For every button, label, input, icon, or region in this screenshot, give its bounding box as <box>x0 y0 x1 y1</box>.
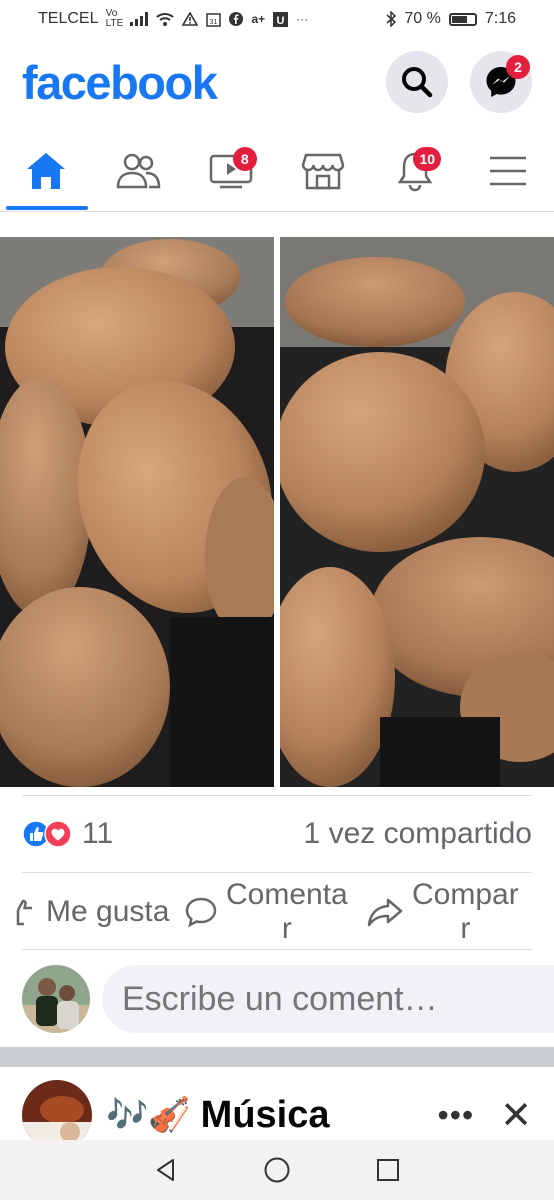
search-button[interactable] <box>386 51 448 113</box>
post-actions: Me gusta Comenta r Compar r <box>16 874 532 950</box>
comment-composer <box>22 960 554 1038</box>
tab-friends[interactable] <box>102 135 174 207</box>
back-icon <box>156 1159 174 1181</box>
nav-tabs: 8 10 <box>0 130 554 212</box>
reaction-icons[interactable]: 11 <box>22 817 113 851</box>
share-button[interactable]: Compar r <box>366 878 532 946</box>
battery-percent: 70 % <box>404 10 441 27</box>
app-header: facebook 2 <box>0 44 554 120</box>
signal-icon <box>130 12 149 26</box>
plus-icon: a+ <box>251 12 266 26</box>
store-icon <box>301 153 345 189</box>
status-bar: TELCEL Vo LTE 31 a+ U ··· 70 % 7:16 <box>0 0 554 38</box>
facebook-icon <box>229 12 244 26</box>
share-icon <box>367 898 403 926</box>
battery-icon <box>448 12 477 26</box>
header-actions: 2 <box>386 51 532 113</box>
status-bar-left: TELCEL Vo LTE 31 a+ U ··· <box>38 9 308 29</box>
reactions-bar: 11 1 vez compartido <box>22 795 532 873</box>
battery-level <box>451 15 468 23</box>
comment-input[interactable] <box>102 965 554 1033</box>
wifi-icon <box>156 12 175 26</box>
post-photos <box>0 237 554 787</box>
thumbs-up-icon <box>16 899 32 925</box>
share-count[interactable]: 1 vez compartido <box>304 817 532 851</box>
tab-home[interactable] <box>10 135 82 207</box>
share-label-line2: r <box>460 911 471 945</box>
hamburger-icon <box>489 156 526 185</box>
home-icon <box>27 152 66 189</box>
tab-menu[interactable] <box>472 135 544 207</box>
more-icon: ··· <box>296 12 309 26</box>
share-label-line1: Compar <box>412 877 519 911</box>
u-icon: U <box>273 11 289 27</box>
clock: 7:16 <box>484 10 516 27</box>
warning-icon <box>182 12 199 26</box>
music-emoji: 🎶🎻 <box>106 1096 191 1134</box>
like-button[interactable]: Me gusta <box>16 894 184 929</box>
search-icon <box>402 67 433 98</box>
bread-photo-right[interactable] <box>280 237 554 787</box>
recents-icon <box>377 1159 400 1181</box>
carrier-name: TELCEL <box>38 10 99 27</box>
comment-label: Comenta r <box>226 878 348 946</box>
watch-badge: 8 <box>232 146 257 171</box>
messenger-badge: 2 <box>506 55 530 79</box>
comment-button[interactable]: Comenta r <box>184 878 366 946</box>
notifications-badge: 10 <box>413 146 442 171</box>
facebook-logo[interactable]: facebook <box>22 55 218 110</box>
comment-icon <box>185 897 217 927</box>
tab-watch[interactable]: 8 <box>195 135 267 207</box>
facebook-mobile-page: TELCEL Vo LTE 31 a+ U ··· 70 % 7:16 face… <box>0 0 554 1200</box>
svg-text:31: 31 <box>210 19 218 26</box>
messenger-button[interactable]: 2 <box>470 51 532 113</box>
tab-notifications[interactable]: 10 <box>379 135 451 207</box>
svg-text:U: U <box>277 15 285 27</box>
recents-button[interactable] <box>368 1150 408 1190</box>
system-navigation-bar <box>0 1140 554 1200</box>
reaction-count: 11 <box>82 817 114 850</box>
share-label: Compar r <box>412 878 519 946</box>
comment-label-line2: r <box>281 911 292 945</box>
comment-label-line1: Comenta <box>226 877 348 911</box>
status-bar-right: 70 % 7:16 <box>386 10 516 28</box>
more-options-button[interactable]: ••• <box>438 1097 475 1134</box>
avatar[interactable] <box>22 965 90 1033</box>
friends-icon <box>117 153 161 188</box>
close-button[interactable]: ✕ <box>500 1093 532 1138</box>
volte-badge: Vo LTE <box>105 8 124 29</box>
bluetooth-icon <box>386 11 397 27</box>
calendar-icon: 31 <box>206 12 222 27</box>
tab-marketplace[interactable] <box>287 135 359 207</box>
feed-divider <box>0 1047 554 1067</box>
love-reaction-icon <box>44 820 72 848</box>
back-button[interactable] <box>146 1150 186 1190</box>
home-button[interactable] <box>257 1150 297 1190</box>
bread-photo-left[interactable] <box>0 237 274 787</box>
like-label: Me gusta <box>46 894 170 928</box>
active-tab-indicator <box>6 206 88 210</box>
next-post-title[interactable]: Música <box>201 1094 330 1137</box>
home-circle-icon <box>264 1157 290 1183</box>
